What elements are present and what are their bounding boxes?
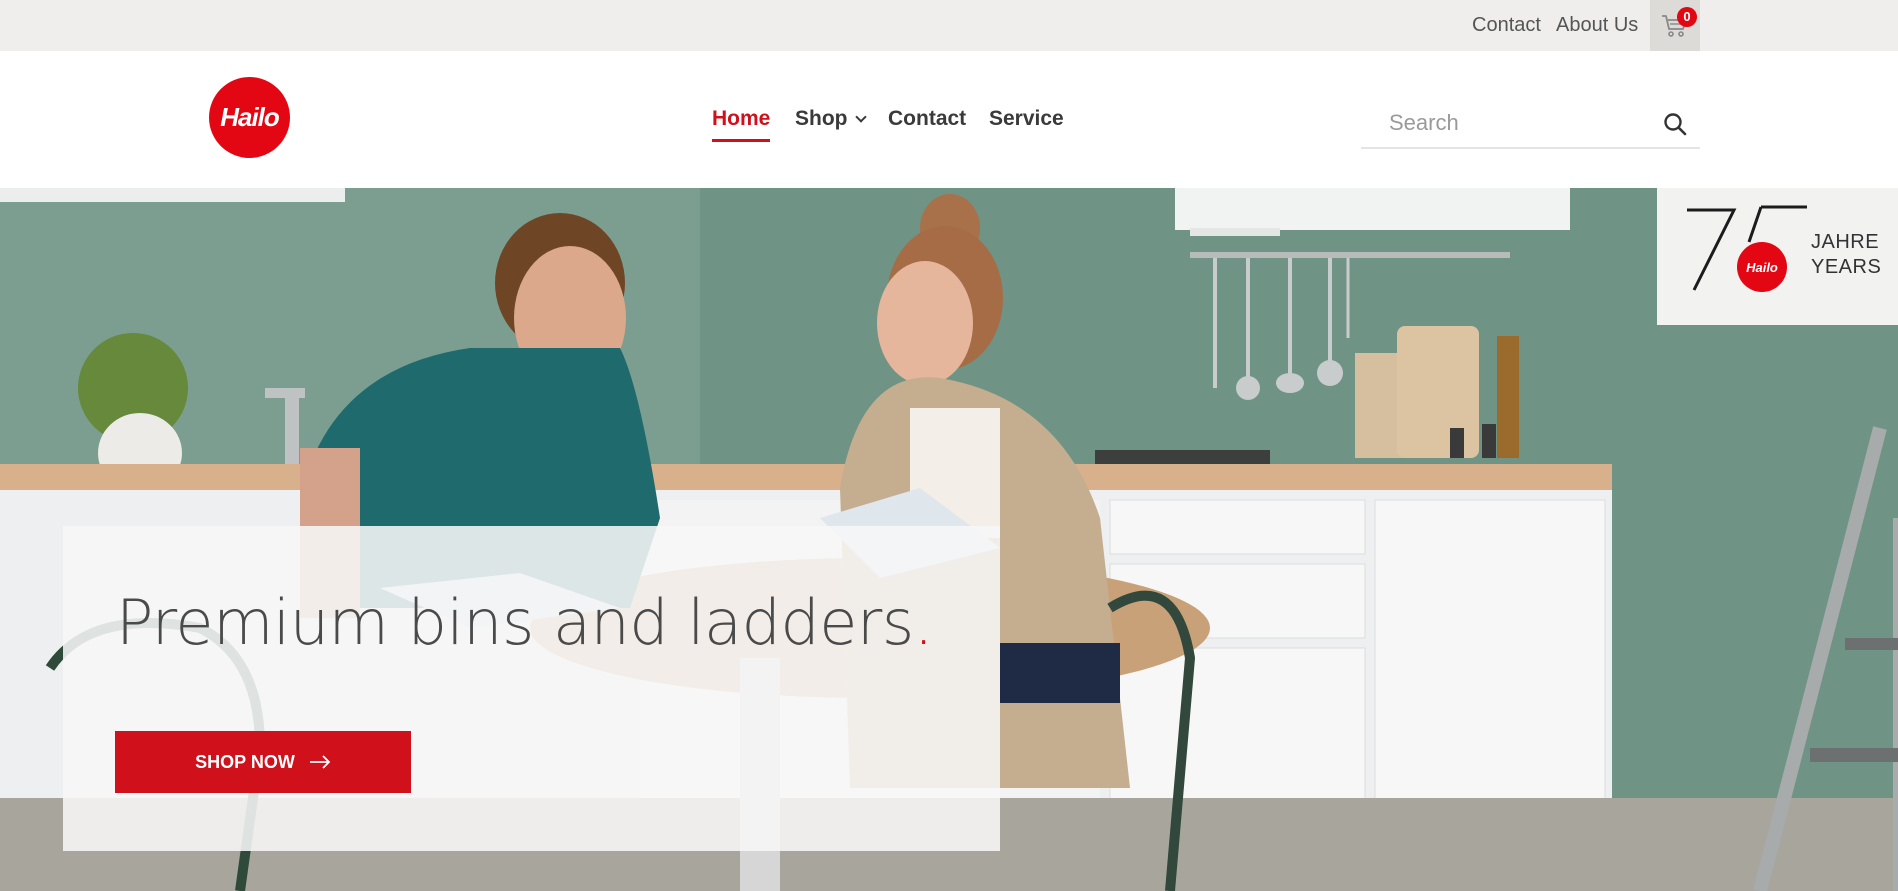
hero-card: Premium bins and ladders. SHOP NOW [63,526,1000,851]
hero-title-text: Premium bins and ladders [116,586,914,659]
anniversary-badge: Hailo JAHRE YEARS [1657,188,1898,325]
anniversary-label: JAHRE YEARS [1811,230,1881,280]
anniversary-logo: Hailo [1737,242,1787,292]
anniversary-line-years: YEARS [1811,256,1882,278]
nav-item-shop[interactable]: Shop [795,107,867,131]
nav-contact-label: Contact [888,107,967,130]
nav-home-label: Home [712,107,771,130]
search-bar [1361,102,1700,149]
utility-link-contact[interactable]: Contact [1472,14,1541,37]
main-header: Hailo Home Shop Contact Service [0,51,1898,188]
search-icon[interactable] [1661,110,1691,140]
anniversary-line-jahre: JAHRE [1811,231,1880,253]
nav-item-contact[interactable]: Contact [888,107,966,131]
utility-bar: Contact About Us 0 [0,0,1898,51]
search-input[interactable] [1389,106,1639,140]
hero-title-dot: . [913,586,934,659]
shop-now-button[interactable]: SHOP NOW [115,731,411,793]
hailo-logo[interactable]: Hailo [209,77,290,158]
shop-now-label: SHOP NOW [195,751,295,772]
nav-item-service[interactable]: Service [989,107,1064,131]
nav-item-home[interactable]: Home [712,107,771,142]
cart-count-badge: 0 [1677,7,1697,27]
arrow-right-icon [309,755,331,769]
chevron-down-icon [854,111,867,123]
hero-title: Premium bins and ladders. [116,586,933,659]
cart-button[interactable]: 0 [1650,0,1700,51]
nav-shop-label: Shop [795,107,848,130]
utility-link-about-us[interactable]: About Us [1556,14,1638,37]
nav-service-label: Service [989,107,1064,130]
